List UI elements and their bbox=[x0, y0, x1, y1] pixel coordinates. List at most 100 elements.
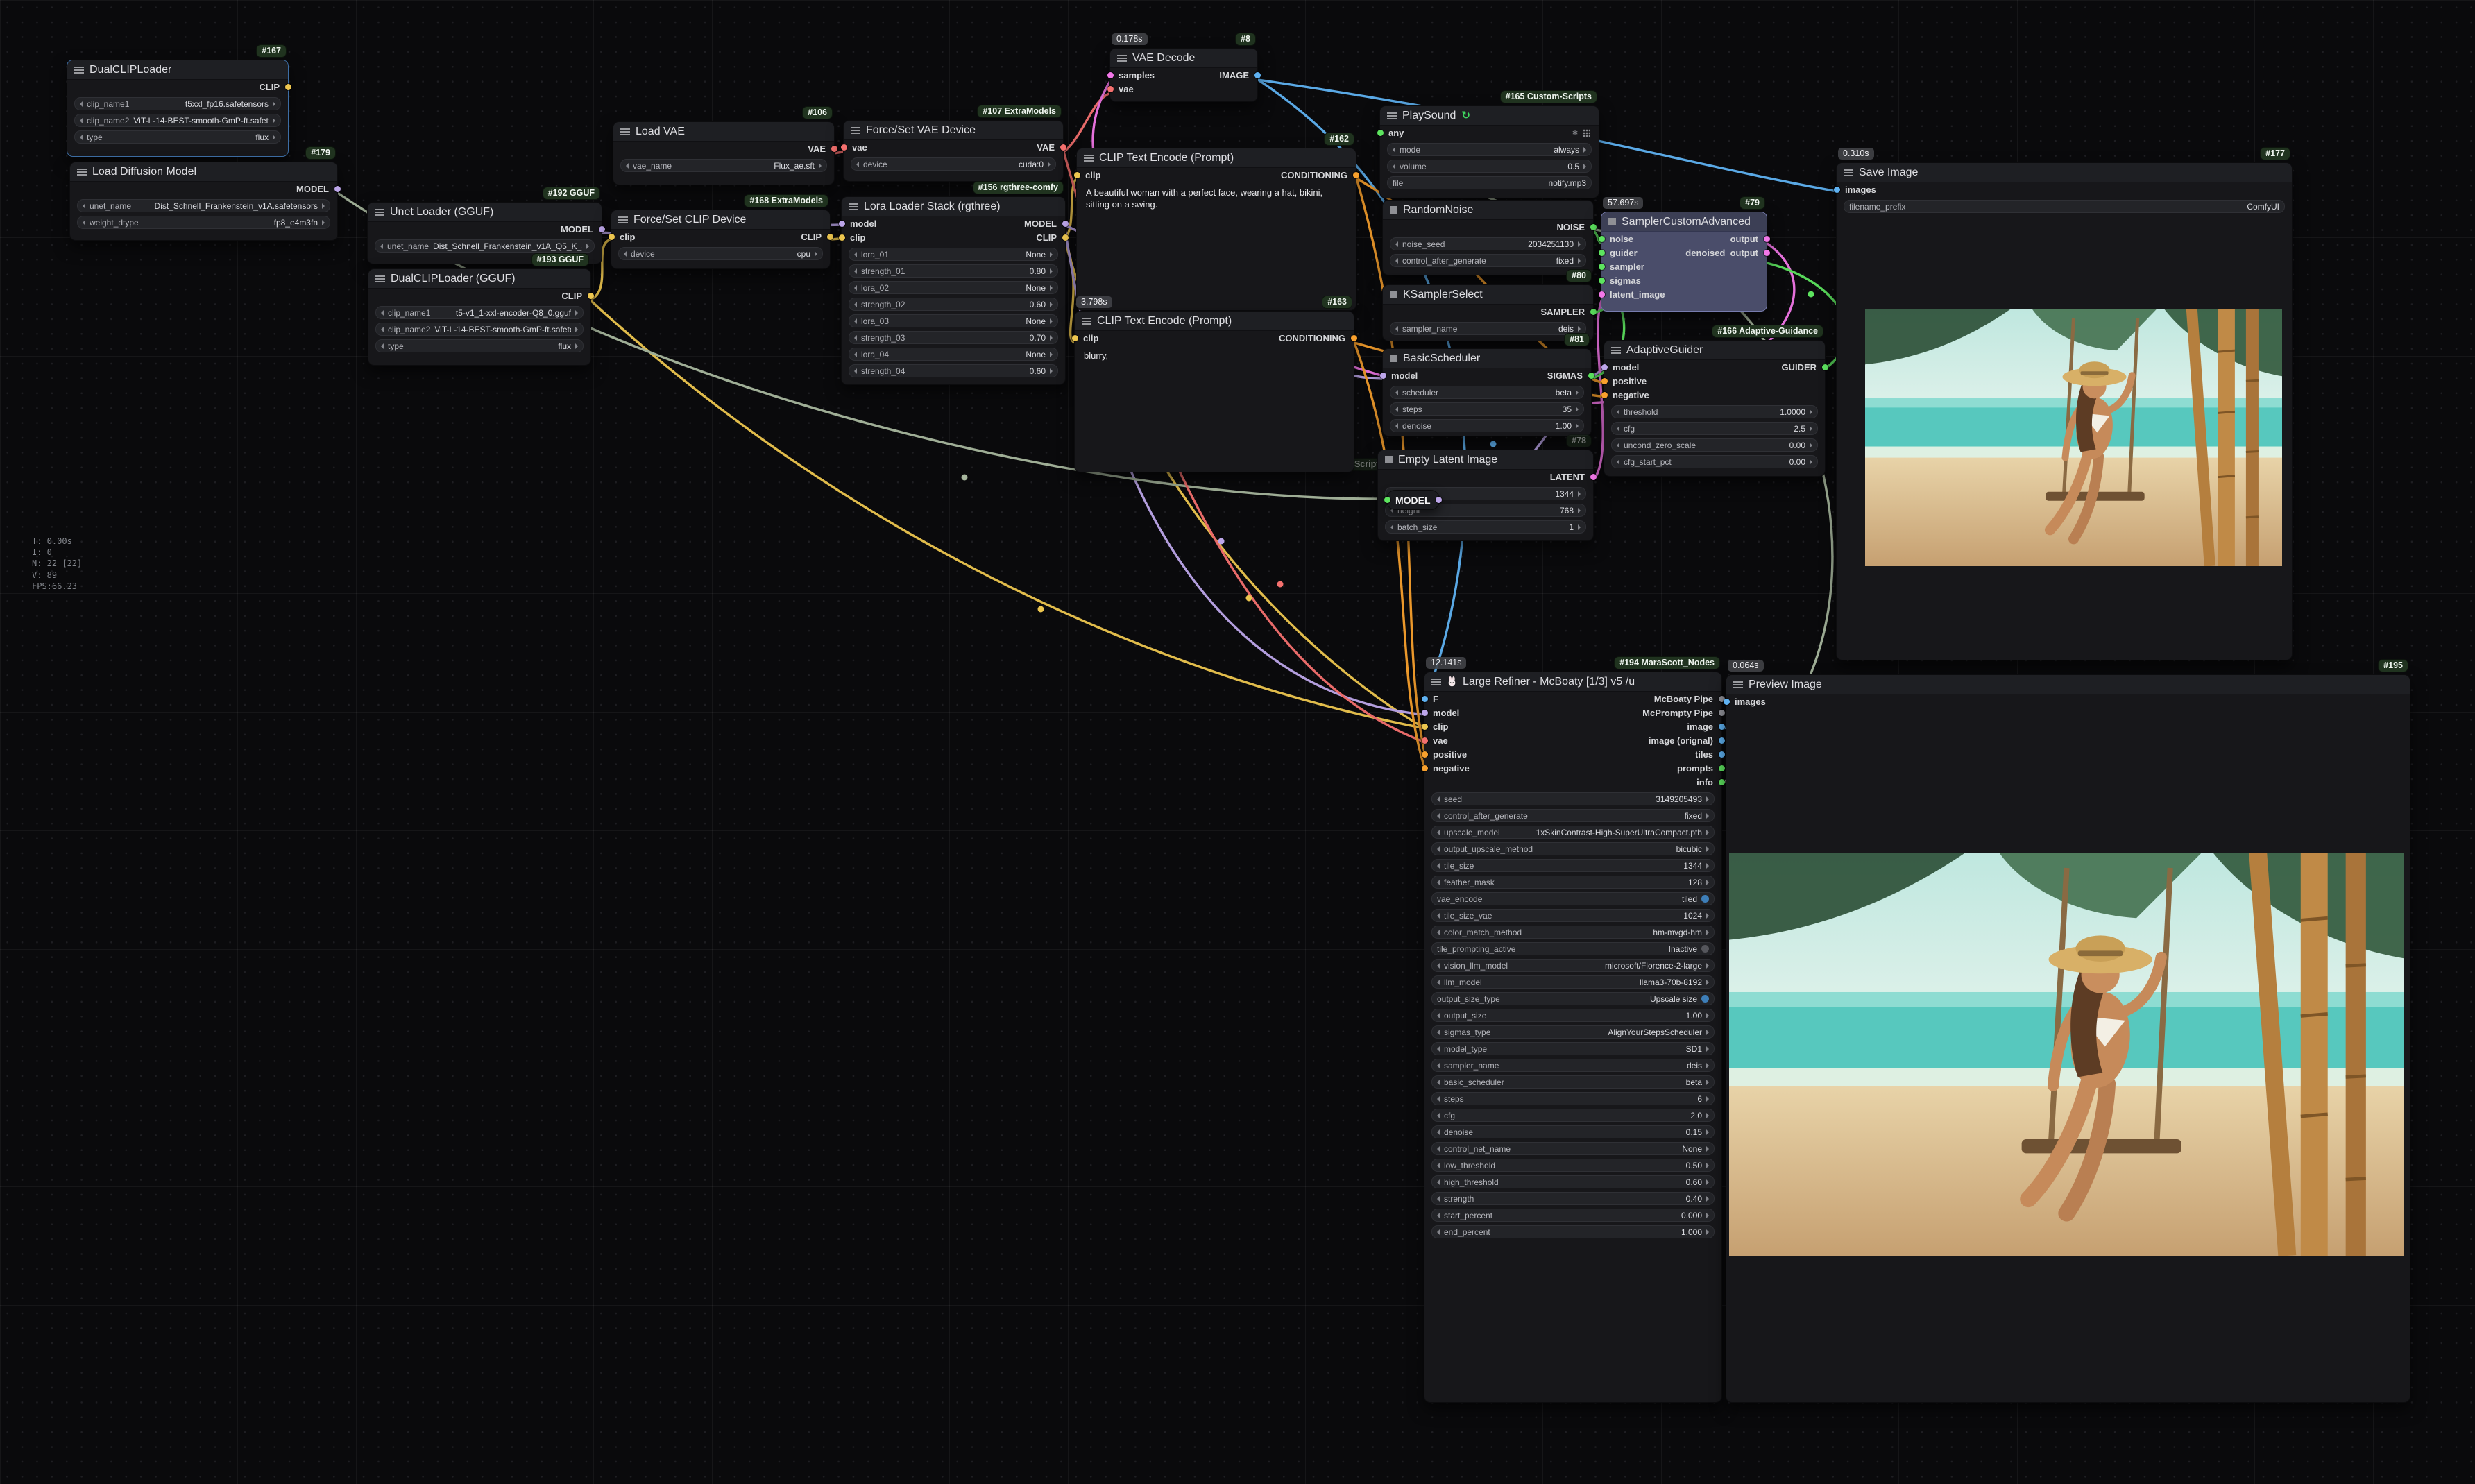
node-vae-decode[interactable]: 0.178s #8 VAE Decode samplesIMAGE vae bbox=[1109, 48, 1258, 102]
input-port-sampler[interactable] bbox=[1599, 264, 1605, 270]
decrement-icon[interactable] bbox=[1395, 390, 1398, 395]
widget-upscale-model[interactable]: upscale_model1xSkinContrast-High-SuperUl… bbox=[1431, 826, 1715, 839]
input-port-f[interactable] bbox=[1422, 696, 1428, 702]
increment-icon[interactable] bbox=[1810, 426, 1812, 432]
input-port-positive[interactable] bbox=[1601, 378, 1608, 384]
decrement-icon[interactable] bbox=[1617, 459, 1619, 465]
output-port-clip[interactable] bbox=[827, 234, 833, 240]
collapse-square-icon[interactable] bbox=[1385, 456, 1393, 463]
decrement-icon[interactable] bbox=[1437, 813, 1440, 819]
decrement-icon[interactable] bbox=[1437, 846, 1440, 852]
widget-clip-name2[interactable]: clip_name2ViT-L-14-BEST-smooth-GmP-ft.sa… bbox=[375, 323, 584, 336]
input-port-images[interactable] bbox=[1724, 699, 1730, 705]
widget-vision-llm-model[interactable]: vision_llm_modelmicrosoft/Florence-2-lar… bbox=[1431, 959, 1715, 972]
decrement-icon[interactable] bbox=[1437, 1179, 1440, 1185]
node-load-vae[interactable]: #106 Load VAE VAE vae_nameFlux_ae.sft bbox=[613, 121, 835, 185]
node-header[interactable]: Load Diffusion Model bbox=[70, 162, 337, 182]
menu-icon[interactable] bbox=[1117, 55, 1127, 62]
input-port-noise[interactable] bbox=[1599, 236, 1605, 242]
widget-unet-name[interactable]: unet_nameDist_Schnell_Frankenstein_v1A.s… bbox=[77, 199, 330, 212]
widget-denoise[interactable]: denoise1.00 bbox=[1390, 419, 1584, 432]
output-port-conditioning[interactable] bbox=[1353, 172, 1359, 178]
reroute-output-port[interactable] bbox=[1436, 497, 1442, 503]
input-port-positive[interactable] bbox=[1422, 751, 1428, 758]
menu-icon[interactable] bbox=[375, 209, 384, 216]
decrement-icon[interactable] bbox=[1617, 409, 1619, 415]
decrement-icon[interactable] bbox=[1437, 1096, 1440, 1102]
node-header[interactable]: Preview Image bbox=[1726, 675, 2410, 694]
output-port-latent[interactable] bbox=[1590, 474, 1597, 480]
node-clip-text-encode-negative[interactable]: 3.798s #163 CLIP Text Encode (Prompt) cl… bbox=[1074, 311, 1354, 472]
output-port-clip[interactable] bbox=[285, 84, 291, 90]
increment-icon[interactable] bbox=[575, 327, 578, 332]
decrement-icon[interactable] bbox=[381, 327, 384, 332]
increment-icon[interactable] bbox=[1810, 443, 1812, 448]
input-port-clip[interactable] bbox=[1072, 335, 1078, 341]
widget-seed[interactable]: seed3149205493 bbox=[1431, 792, 1715, 805]
widget-end-percent[interactable]: end_percent1.000 bbox=[1431, 1225, 1715, 1238]
input-port-model[interactable] bbox=[1422, 710, 1428, 716]
increment-icon[interactable] bbox=[1810, 459, 1812, 465]
decrement-icon[interactable] bbox=[1437, 1163, 1440, 1168]
decrement-icon[interactable] bbox=[1437, 1213, 1440, 1218]
node-header[interactable]: Lora Loader Stack (rgthree) bbox=[842, 197, 1065, 216]
increment-icon[interactable] bbox=[1706, 863, 1709, 869]
node-header[interactable]: Unet Loader (GGUF) bbox=[368, 203, 602, 222]
output-port-mcprompty-pipe[interactable] bbox=[1719, 710, 1725, 716]
decrement-icon[interactable] bbox=[1437, 963, 1440, 969]
node-play-sound[interactable]: #165 Custom-Scripts PlaySound↻ any∗ mode… bbox=[1379, 105, 1599, 198]
node-adaptive-guider[interactable]: #166 Adaptive-Guidance AdaptiveGuider mo… bbox=[1604, 340, 1826, 477]
decrement-icon[interactable] bbox=[854, 335, 857, 341]
node-basic-scheduler[interactable]: #81 BasicScheduler modelSIGMAS scheduler… bbox=[1382, 348, 1592, 436]
node-header[interactable]: DualCLIPLoader bbox=[67, 60, 288, 80]
widget-clip-name1[interactable]: clip_name1t5-v1_1-xxl-encoder-Q8_0.gguf bbox=[375, 306, 584, 319]
menu-icon[interactable] bbox=[849, 203, 858, 210]
node-header[interactable]: KSamplerSelect bbox=[1383, 285, 1593, 305]
drag-dots-icon[interactable] bbox=[1583, 129, 1590, 137]
increment-icon[interactable] bbox=[1706, 1030, 1709, 1035]
menu-icon[interactable] bbox=[1084, 155, 1094, 162]
node-header[interactable]: Force/Set VAE Device bbox=[844, 121, 1063, 140]
menu-icon[interactable] bbox=[1611, 347, 1621, 354]
output-port-vae[interactable] bbox=[1060, 144, 1066, 151]
decrement-icon[interactable] bbox=[1437, 980, 1440, 985]
widget-batch-size[interactable]: batch_size1 bbox=[1385, 520, 1586, 534]
widget-sampler-name[interactable]: sampler_namedeis bbox=[1431, 1059, 1715, 1072]
increment-icon[interactable] bbox=[1810, 409, 1812, 415]
increment-icon[interactable] bbox=[1576, 390, 1579, 395]
widget-basic-scheduler[interactable]: basic_schedulerbeta bbox=[1431, 1075, 1715, 1089]
widget-lora-02[interactable]: lora_02None bbox=[849, 281, 1058, 294]
increment-icon[interactable] bbox=[575, 310, 578, 316]
input-port-latent-image[interactable] bbox=[1599, 291, 1605, 298]
node-header[interactable]: Save Image bbox=[1837, 163, 2292, 182]
input-port-negative[interactable] bbox=[1601, 392, 1608, 398]
node-dual-clip-loader[interactable]: #167 DualCLIPLoader CLIP clip_name1t5xxl… bbox=[67, 60, 289, 157]
increment-icon[interactable] bbox=[1706, 846, 1709, 852]
widget-tile-prompting-active[interactable]: tile_prompting_activeInactive bbox=[1431, 942, 1715, 955]
input-port-vae[interactable] bbox=[1422, 737, 1428, 744]
widget-denoise[interactable]: denoise0.15 bbox=[1431, 1125, 1715, 1138]
decrement-icon[interactable] bbox=[80, 135, 83, 140]
increment-icon[interactable] bbox=[1706, 813, 1709, 819]
decrement-icon[interactable] bbox=[1617, 443, 1619, 448]
input-port-clip[interactable] bbox=[839, 234, 845, 241]
output-port-image[interactable] bbox=[1254, 72, 1261, 78]
output-port-denoised-output[interactable] bbox=[1764, 250, 1770, 256]
increment-icon[interactable] bbox=[1578, 326, 1581, 332]
decrement-icon[interactable] bbox=[1437, 830, 1440, 835]
widget-strength-01[interactable]: strength_010.80 bbox=[849, 264, 1058, 278]
decrement-icon[interactable] bbox=[381, 343, 384, 349]
input-port-clip[interactable] bbox=[1074, 172, 1080, 178]
toggle-on-icon[interactable] bbox=[1701, 895, 1709, 903]
increment-icon[interactable] bbox=[1706, 913, 1709, 919]
output-port-output[interactable] bbox=[1764, 236, 1770, 242]
decrement-icon[interactable] bbox=[83, 220, 85, 225]
widget-llm-model[interactable]: llm_modelllama3-70b-8192 bbox=[1431, 975, 1715, 989]
collapse-square-icon[interactable] bbox=[1390, 206, 1397, 214]
menu-icon[interactable] bbox=[74, 67, 84, 74]
input-port-clip[interactable] bbox=[609, 234, 615, 240]
increment-icon[interactable] bbox=[586, 244, 589, 249]
output-port-vae[interactable] bbox=[831, 146, 837, 152]
node-header[interactable]: DualCLIPLoader (GGUF) bbox=[368, 269, 590, 289]
decrement-icon[interactable] bbox=[1395, 326, 1398, 332]
